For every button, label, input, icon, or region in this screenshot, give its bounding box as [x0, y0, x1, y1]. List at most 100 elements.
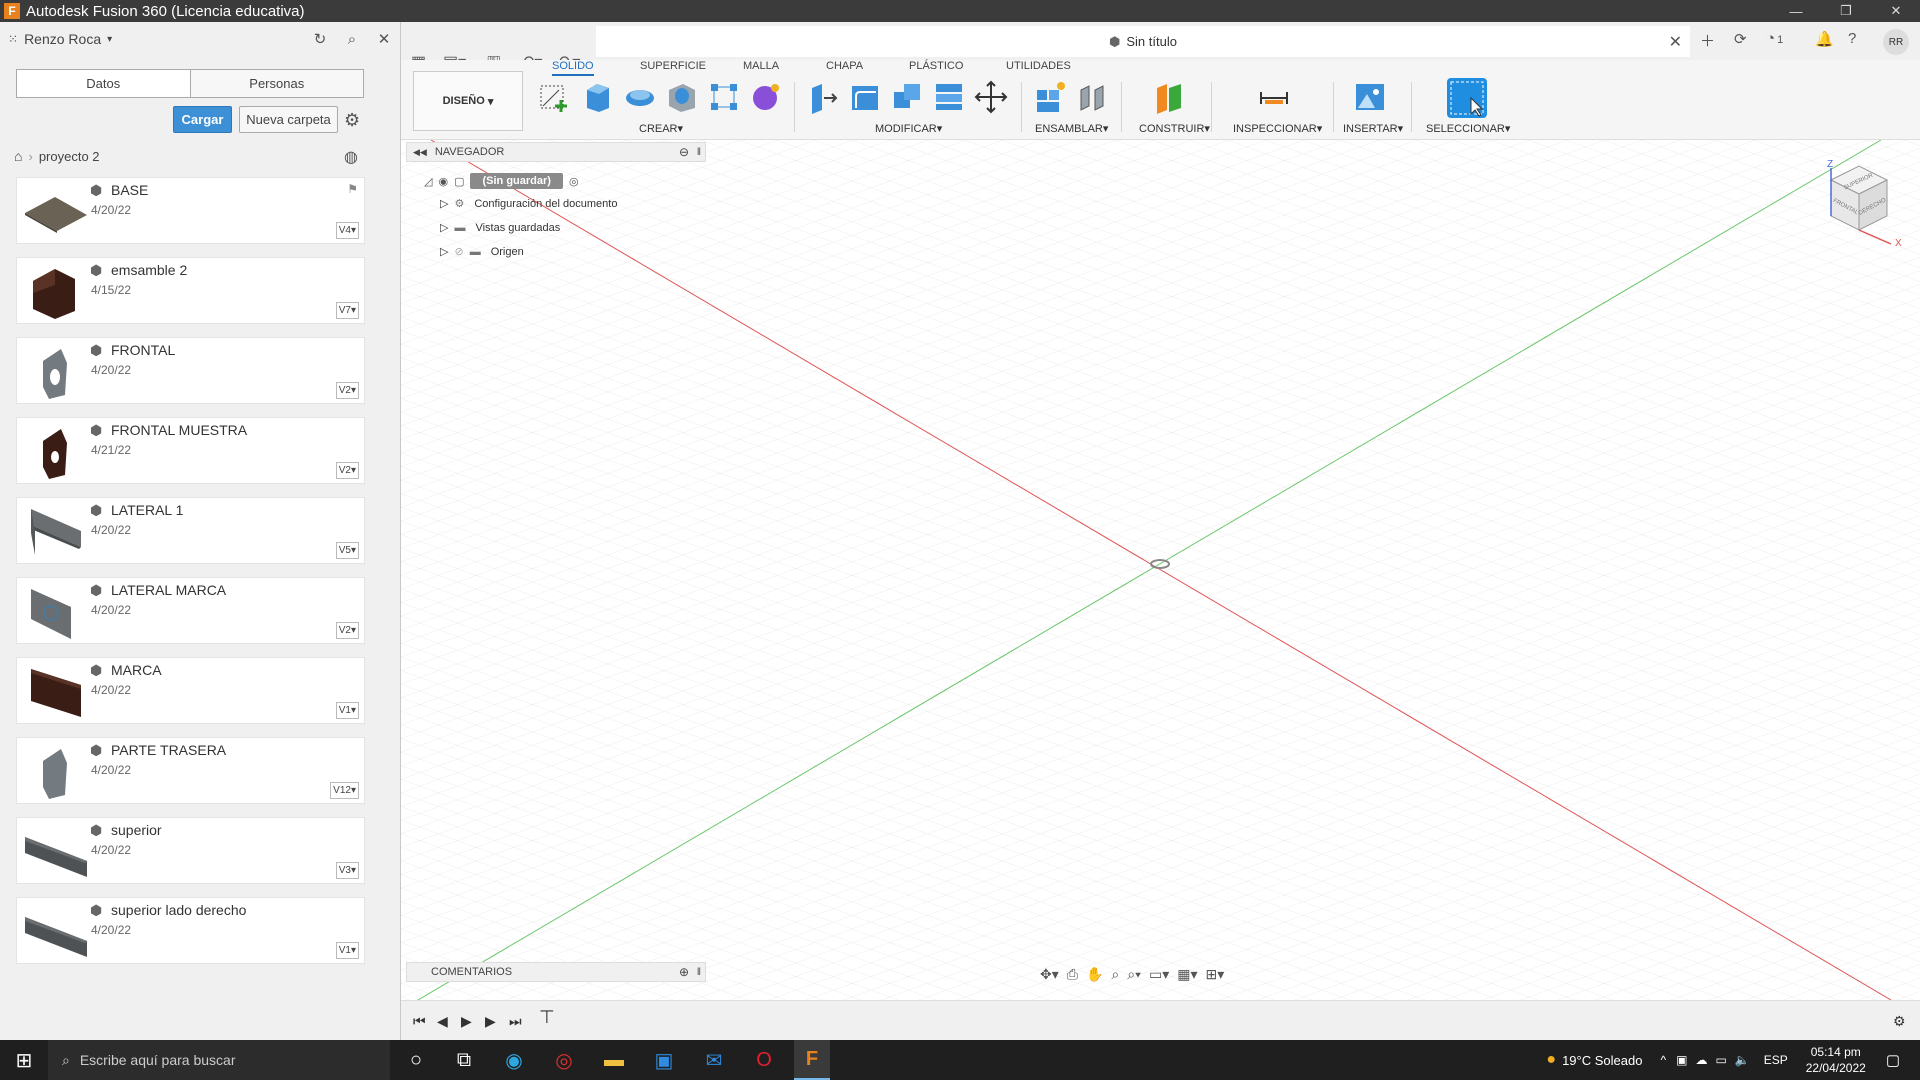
new-folder-button[interactable]: Nueva carpeta: [239, 106, 338, 133]
collapse-panel-icon[interactable]: ◀◀: [413, 147, 427, 158]
browser-node-settings[interactable]: ▷ ⚙ Configuración del documento: [440, 197, 617, 211]
shell-icon[interactable]: [932, 80, 966, 114]
file-item[interactable]: ⬢ LATERAL MARCA 4/20/22 V2 ▾: [16, 577, 365, 644]
pattern-icon[interactable]: [707, 80, 741, 114]
volume-icon[interactable]: 🔈: [1735, 1053, 1750, 1067]
version-badge[interactable]: V4 ▾: [335, 222, 359, 239]
version-badge[interactable]: V2 ▾: [335, 382, 359, 399]
eye-icon[interactable]: ◉: [438, 175, 448, 188]
minus-icon[interactable]: ⊖: [679, 145, 689, 159]
new-component-icon[interactable]: [1033, 80, 1067, 114]
minimize-icon[interactable]: —: [1774, 0, 1818, 22]
insert-image-icon[interactable]: [1353, 80, 1387, 114]
file-item[interactable]: ⬢ MARCA 4/20/22 V1 ▾: [16, 657, 365, 724]
expand-triangle-icon[interactable]: ▷: [440, 221, 448, 234]
browser-node-views[interactable]: ▷ ▬ Vistas guardadas: [440, 221, 560, 235]
canvas-viewport[interactable]: SUPERIOR FRONTAL DERECHO Z X: [401, 140, 1920, 1000]
gaming-app-icon[interactable]: ◎: [550, 1046, 578, 1074]
clock[interactable]: 05:14 pm 22/04/2022: [1806, 1044, 1866, 1076]
workspace-switcher[interactable]: DISEÑO ▾: [413, 71, 523, 131]
user-header[interactable]: ⁙ Renzo Roca ▾: [0, 22, 400, 56]
tab-personas[interactable]: Personas: [191, 70, 364, 97]
select-icon[interactable]: [1447, 78, 1487, 118]
group-crear[interactable]: CREAR▾: [639, 122, 683, 135]
fillet-icon[interactable]: [848, 80, 882, 114]
breadcrumb-project[interactable]: proyecto 2: [39, 149, 100, 164]
group-inspeccionar[interactable]: INSPECCIONAR▾: [1233, 122, 1322, 135]
file-item[interactable]: ⬢ superior lado derecho 4/20/22 V1 ▾: [16, 897, 365, 964]
tab-datos[interactable]: Datos: [17, 70, 191, 97]
group-seleccionar[interactable]: SELECCIONAR▾: [1426, 122, 1510, 135]
expand-triangle-icon[interactable]: ▷: [440, 197, 448, 210]
flag-icon[interactable]: ⚑: [347, 182, 358, 196]
activate-radio-icon[interactable]: ◎: [569, 175, 579, 188]
move-icon[interactable]: [974, 80, 1008, 114]
refresh-icon[interactable]: ↻: [311, 30, 329, 48]
tab-superficie[interactable]: SUPERFICIE: [640, 60, 706, 72]
close-tab-icon[interactable]: ✕: [1669, 32, 1682, 52]
group-ensamblar[interactable]: ENSAMBLAR▾: [1035, 122, 1108, 135]
user-name[interactable]: Renzo Roca: [24, 31, 101, 47]
file-item[interactable]: ⬢ LATERAL 1 4/20/22 V5 ▾: [16, 497, 365, 564]
job-status-icon[interactable]: ◔ 1: [1766, 30, 1783, 47]
pin-icon[interactable]: ‖: [697, 147, 701, 158]
tab-chapa[interactable]: CHAPA: [826, 60, 863, 72]
go-to-start-icon[interactable]: ⏮: [413, 1013, 426, 1030]
file-item[interactable]: ⬢ superior 4/20/22 V3 ▾: [16, 817, 365, 884]
pan-icon[interactable]: ✋: [1086, 966, 1103, 983]
browser-node-origin[interactable]: ▷ ⊘ ▬ Origen: [440, 245, 524, 259]
onedrive-icon[interactable]: ☁: [1695, 1053, 1707, 1067]
taskbar-search[interactable]: ⌕ Escribe aquí para buscar: [48, 1040, 390, 1080]
joint-icon[interactable]: [1075, 80, 1109, 114]
tab-plastico[interactable]: PLÁSTICO: [909, 60, 963, 72]
create-sketch-icon[interactable]: [537, 80, 571, 114]
home-icon[interactable]: ⌂: [14, 148, 22, 164]
eye-hidden-icon[interactable]: ⊘: [454, 245, 463, 258]
avatar[interactable]: RR: [1883, 29, 1909, 55]
version-badge[interactable]: V5 ▾: [335, 542, 359, 559]
measure-icon[interactable]: [1257, 80, 1291, 114]
extrude-icon[interactable]: [581, 80, 615, 114]
store-icon[interactable]: ▣: [650, 1046, 678, 1074]
close-panel-icon[interactable]: ✕: [375, 30, 393, 48]
offset-plane-icon[interactable]: [1153, 80, 1187, 114]
file-item[interactable]: ⬢ FRONTAL 4/20/22 V2 ▾: [16, 337, 365, 404]
version-badge[interactable]: V1 ▾: [335, 942, 359, 959]
fit-icon[interactable]: ⌕▾: [1127, 966, 1141, 983]
file-explorer-icon[interactable]: ▬: [600, 1046, 628, 1074]
help-icon[interactable]: ?: [1848, 30, 1856, 47]
meet-icon[interactable]: ▣: [1676, 1053, 1687, 1067]
extensions-icon[interactable]: ⟳: [1734, 30, 1747, 48]
weather-label[interactable]: 19°C Soleado: [1562, 1053, 1642, 1068]
gear-icon[interactable]: ⚙: [344, 110, 360, 131]
viewcube[interactable]: SUPERIOR FRONTAL DERECHO Z X: [1819, 158, 1909, 248]
tab-utilidades[interactable]: UTILIDADES: [1006, 60, 1071, 72]
step-forward-icon[interactable]: ▶: [485, 1013, 496, 1030]
timeline-marker-icon[interactable]: ⊤: [539, 1007, 555, 1028]
opera-icon[interactable]: O: [750, 1046, 778, 1074]
file-item[interactable]: ⬢ emsamble 2 4/15/22 V7 ▾: [16, 257, 365, 324]
chevron-down-icon[interactable]: ▾: [107, 34, 112, 45]
grid-settings-icon[interactable]: ▦▾: [1177, 966, 1197, 983]
browser-root-node[interactable]: ◿ ◉ ▢ (Sin guardar) ◎: [424, 173, 579, 189]
file-item[interactable]: ⬢ BASE 4/20/22 ⚑ V4 ▾: [16, 177, 365, 244]
add-comment-icon[interactable]: ⊕: [679, 965, 689, 979]
globe-icon[interactable]: ◍: [344, 147, 358, 167]
mail-icon[interactable]: ✉: [700, 1046, 728, 1074]
revolve-icon[interactable]: [623, 80, 657, 114]
bell-icon[interactable]: 🔔: [1815, 30, 1834, 48]
tab-malla[interactable]: MALLA: [743, 60, 779, 72]
comments-panel[interactable]: COMENTARIOS ⊕ ‖: [406, 962, 706, 982]
cortana-icon[interactable]: ○: [402, 1046, 430, 1074]
new-tab-icon[interactable]: ＋: [1700, 30, 1715, 51]
version-badge[interactable]: V3 ▾: [335, 862, 359, 879]
look-at-icon[interactable]: ⎙: [1067, 966, 1078, 983]
windows-start-icon[interactable]: ⊞: [10, 1046, 38, 1074]
step-back-icon[interactable]: ◀: [437, 1013, 448, 1030]
browser-panel[interactable]: ◀◀ NAVEGADOR ⊖ ‖: [406, 142, 706, 162]
network-icon[interactable]: ▭: [1715, 1053, 1726, 1067]
language-indicator[interactable]: ESP: [1764, 1053, 1788, 1067]
search-icon[interactable]: ⌕: [343, 30, 361, 48]
version-badge[interactable]: V1 ▾: [335, 702, 359, 719]
task-view-icon[interactable]: ⧉: [450, 1046, 478, 1074]
